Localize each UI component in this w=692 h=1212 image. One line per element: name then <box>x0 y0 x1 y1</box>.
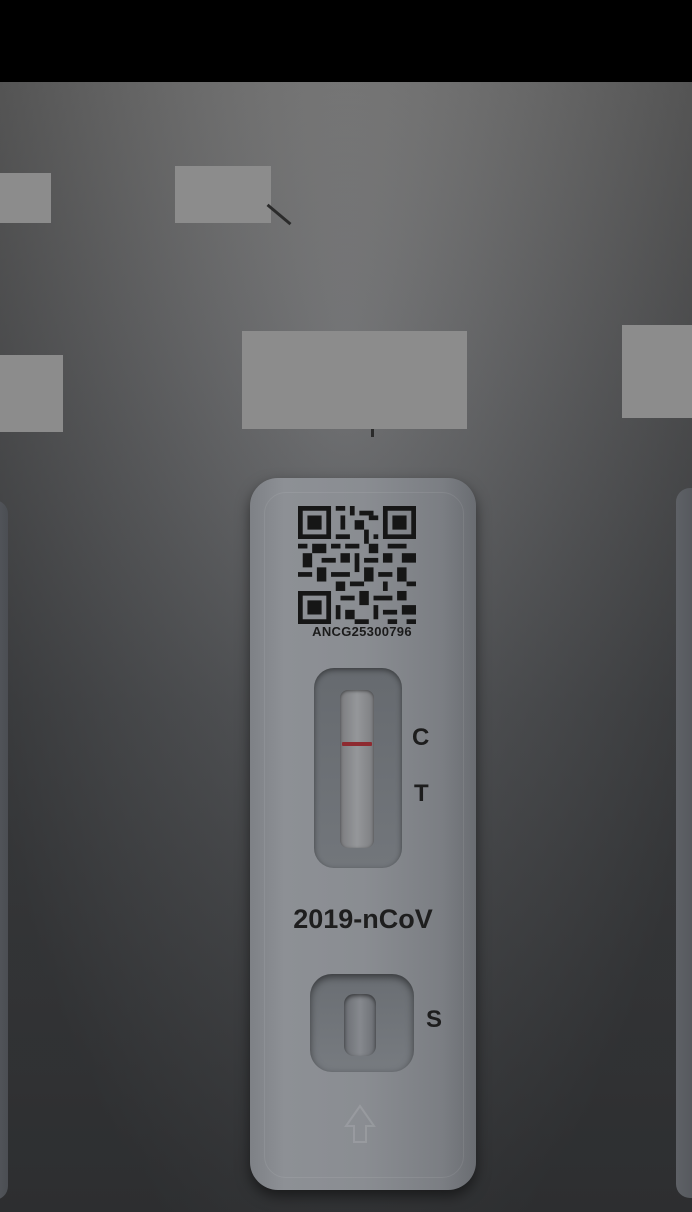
test-line-label: T <box>414 780 429 807</box>
redacted-block <box>242 331 467 429</box>
sample-well-frame <box>310 974 414 1072</box>
test-strip <box>340 690 374 848</box>
redacted-block <box>0 173 51 223</box>
sample-well <box>344 994 376 1056</box>
sample-well-label: S <box>426 1006 443 1033</box>
redacted-block <box>0 355 63 432</box>
result-window <box>314 668 402 868</box>
pen-stroke <box>371 429 374 437</box>
side-cassette-right <box>676 488 692 1198</box>
lot-code-label: ANCG25300796 <box>312 624 412 639</box>
redacted-block <box>175 166 271 223</box>
qr-code <box>298 506 416 624</box>
flow-arrow-icon <box>344 1104 376 1143</box>
control-line-label: C <box>412 724 430 751</box>
product-name: 2019-nCoV <box>293 904 433 934</box>
redacted-block <box>622 325 692 418</box>
side-cassette-left <box>0 500 8 1200</box>
top-black-band <box>0 0 692 82</box>
control-line <box>342 742 372 746</box>
rapid-test-cassette: ANCG25300796 C T 2019-nCoV S <box>250 478 476 1190</box>
